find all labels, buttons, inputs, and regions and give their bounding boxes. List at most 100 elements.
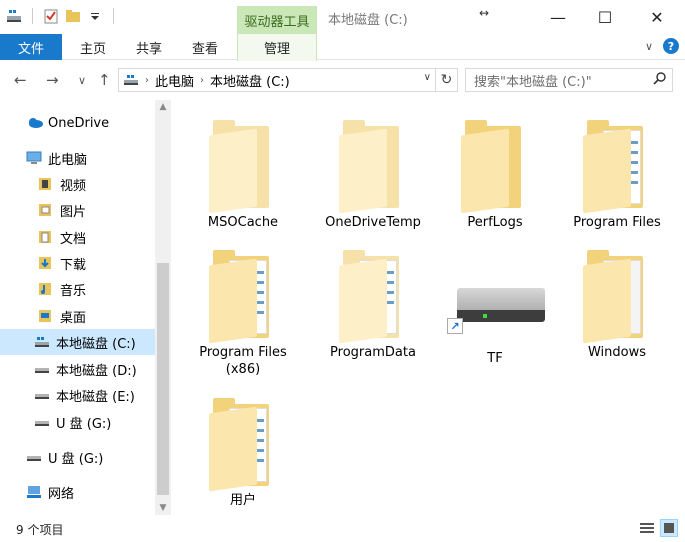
nav-item-this-pc[interactable]: 此电脑 xyxy=(26,145,87,171)
tab-manage[interactable]: 管理 xyxy=(237,34,317,61)
refresh-icon[interactable]: ↻ xyxy=(435,69,457,91)
properties-icon[interactable] xyxy=(43,8,59,24)
item-label: PerfLogs xyxy=(467,215,523,230)
folder-item-msocache[interactable]: MSOCache xyxy=(182,120,304,231)
drive-tools-context-tab[interactable]: 驱动器工具 xyxy=(237,6,317,34)
minimize-button[interactable]: — xyxy=(535,0,581,34)
customize-toolbar-icon[interactable] xyxy=(87,8,103,24)
search-placeholder: 搜索"本地磁盘 (C:)" xyxy=(474,74,592,90)
item-count: 9 个项目 xyxy=(16,523,64,537)
title-bar: 驱动器工具 本地磁盘 (C:) ↔ — ☐ ✕ xyxy=(0,0,685,34)
scroll-down-icon[interactable]: ▼ xyxy=(155,503,171,513)
quick-access-toolbar xyxy=(6,8,118,24)
nav-item-pictures[interactable]: 图片 xyxy=(38,197,86,223)
nav-item-usb-g-root[interactable]: U 盘 (G:) xyxy=(26,444,103,470)
nav-item-videos[interactable]: 视频 xyxy=(38,171,86,197)
folder-item-perflogs[interactable]: PerfLogs xyxy=(434,120,556,231)
back-button[interactable]: ← xyxy=(14,71,27,89)
nav-item-label: 本地磁盘 (D:) xyxy=(56,363,137,379)
item-label: OneDriveTemp xyxy=(325,215,421,230)
folder-icon xyxy=(339,120,407,214)
details-view-icon[interactable] xyxy=(638,519,656,537)
nav-item-label: U 盘 (G:) xyxy=(56,416,112,432)
nav-item-network[interactable]: 网络 xyxy=(26,479,74,505)
navigation-pane: OneDrive 此电脑 视频 图片 文档 下载 音乐 桌面 本地磁盘 (C:)… xyxy=(0,100,170,515)
breadcrumb-separator-icon[interactable]: › xyxy=(145,75,149,86)
nav-item-music[interactable]: 音乐 xyxy=(38,276,86,302)
folder-icon xyxy=(209,398,277,492)
tab-view[interactable]: 查看 xyxy=(182,34,228,60)
nav-item-local-disk-e[interactable]: 本地磁盘 (E:) xyxy=(34,382,135,408)
nav-item-label: 本地磁盘 (E:) xyxy=(56,389,135,405)
folder-item-program-files[interactable]: Program Files xyxy=(556,120,678,231)
folder-item-onedrivetemp[interactable]: OneDriveTemp xyxy=(312,120,434,231)
item-label: Program Files (x86) xyxy=(182,344,304,378)
nav-item-label: 视频 xyxy=(60,178,87,194)
toolbar-separator xyxy=(32,8,33,24)
nav-item-label: 本地磁盘 (C:) xyxy=(56,336,136,352)
nav-item-onedrive[interactable]: OneDrive xyxy=(26,110,109,136)
drive-app-icon[interactable] xyxy=(6,8,22,24)
nav-item-label: 图片 xyxy=(60,204,87,220)
folder-item-programdata[interactable]: ProgramData xyxy=(312,250,434,361)
document-folder-icon xyxy=(38,230,54,244)
system-drive-icon xyxy=(34,335,50,349)
video-folder-icon xyxy=(38,177,54,191)
computer-icon xyxy=(26,151,42,165)
search-input[interactable]: 搜索"本地磁盘 (C:)" xyxy=(465,68,673,92)
ribbon-controls: ∨ ? xyxy=(645,38,679,54)
forward-button[interactable]: → xyxy=(46,71,59,89)
nav-item-label: 桌面 xyxy=(60,310,87,326)
nav-item-label: 文档 xyxy=(60,231,87,247)
item-label: Windows xyxy=(587,345,647,360)
drive-shortcut-icon: ↗ xyxy=(447,270,545,340)
nav-item-downloads[interactable]: 下载 xyxy=(38,250,86,276)
tab-file[interactable]: 文件 xyxy=(0,34,62,60)
nav-item-local-disk-c[interactable]: 本地磁盘 (C:) xyxy=(0,329,155,355)
folder-icon xyxy=(461,120,529,214)
tab-share[interactable]: 共享 xyxy=(126,34,172,60)
shortcut-arrow-icon: ↗ xyxy=(447,318,463,334)
folder-item-program-files-x86[interactable]: Program Files (x86) xyxy=(182,250,304,378)
picture-folder-icon xyxy=(38,203,54,217)
item-label: 用户 xyxy=(229,493,256,508)
scroll-up-icon[interactable]: ▲ xyxy=(155,102,171,112)
address-dropdown-chevron-icon[interactable]: ∨ xyxy=(424,72,431,83)
help-icon[interactable]: ? xyxy=(663,38,679,54)
file-list: MSOCache OneDriveTemp PerfLogs Program F… xyxy=(172,100,685,515)
breadcrumb-separator-icon[interactable]: › xyxy=(200,75,204,86)
nav-item-label: 音乐 xyxy=(60,283,87,299)
search-icon[interactable] xyxy=(653,72,666,89)
folder-icon xyxy=(583,120,651,214)
breadcrumb-local-disk-c[interactable]: 本地磁盘 (C:) xyxy=(210,71,290,90)
item-label: TF xyxy=(487,351,503,366)
up-button[interactable]: ↑ xyxy=(98,71,111,89)
scrollbar-thumb[interactable] xyxy=(157,263,169,495)
close-button[interactable]: ✕ xyxy=(634,0,680,34)
breadcrumb-this-pc[interactable]: 此电脑 xyxy=(155,71,194,90)
drive-item-tf[interactable]: ↗ TF xyxy=(434,270,556,367)
nav-item-documents[interactable]: 文档 xyxy=(38,224,86,250)
folder-item-users[interactable]: 用户 xyxy=(182,398,304,509)
address-bar[interactable]: › 此电脑 › 本地磁盘 (C:) ∨ ↻ xyxy=(118,68,458,92)
new-folder-icon[interactable] xyxy=(65,8,81,24)
ribbon-collapse-chevron-icon[interactable]: ∨ xyxy=(645,40,653,53)
folder-icon xyxy=(339,250,407,344)
nav-item-desktop[interactable]: 桌面 xyxy=(38,303,86,329)
music-folder-icon xyxy=(38,282,54,296)
maximize-button[interactable]: ☐ xyxy=(582,0,628,34)
nav-item-label: OneDrive xyxy=(48,115,110,131)
nav-item-local-disk-d[interactable]: 本地磁盘 (D:) xyxy=(34,356,137,382)
recent-locations-chevron-icon[interactable]: ∨ xyxy=(78,74,86,87)
item-label: Program Files xyxy=(573,215,661,230)
nav-item-usb-g[interactable]: U 盘 (G:) xyxy=(34,409,111,435)
large-icons-view-icon[interactable] xyxy=(660,519,678,537)
nav-item-label: 下载 xyxy=(60,257,87,273)
desktop-folder-icon xyxy=(38,309,54,323)
drive-icon xyxy=(34,388,50,402)
folder-item-windows[interactable]: Windows xyxy=(556,250,678,361)
tab-home[interactable]: 主页 xyxy=(70,34,116,60)
nav-pane-scrollbar[interactable]: ▲ ▼ xyxy=(155,100,171,515)
nav-item-label: 此电脑 xyxy=(48,152,88,168)
ribbon-tabs: 文件 主页 共享 查看 管理 ∨ ? xyxy=(0,34,685,61)
